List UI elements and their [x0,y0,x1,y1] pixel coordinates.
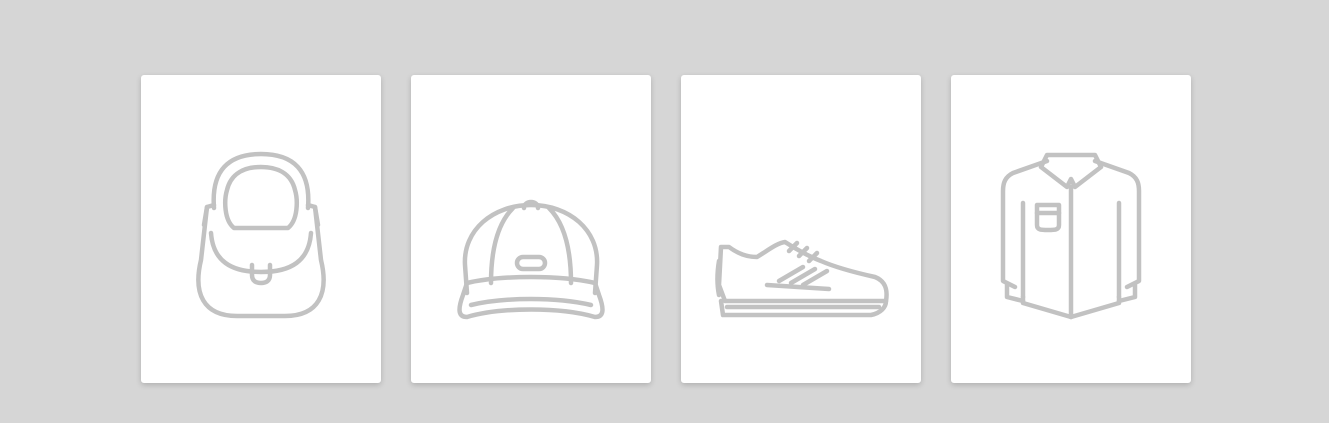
shirt-icon [1000,152,1142,320]
baseball-cap-icon [457,199,605,320]
product-card-handbag[interactable] [141,75,381,383]
product-card-shirt[interactable] [951,75,1191,383]
sneaker-icon [715,239,889,318]
product-card-sneaker[interactable] [681,75,921,383]
handbag-icon [196,151,326,319]
product-card-cap[interactable] [411,75,651,383]
